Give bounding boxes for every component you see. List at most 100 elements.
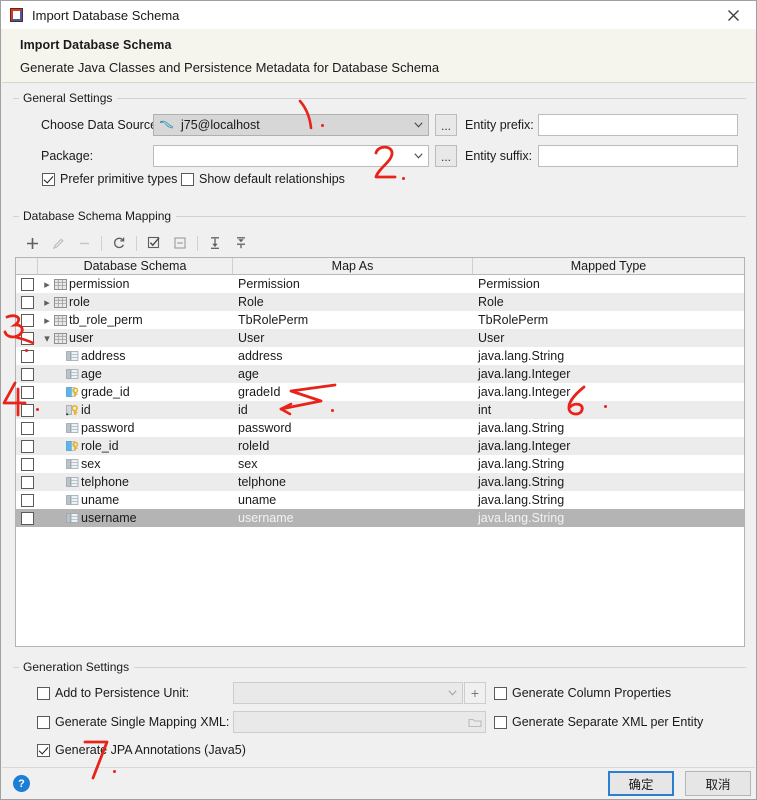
add-persistence-unit-checkbox[interactable]: Add to Persistence Unit: — [37, 686, 189, 700]
table-row[interactable]: usernameusernamejava.lang.String — [16, 509, 744, 527]
chevron-down-icon[interactable] — [442, 683, 462, 703]
table-header-mapped-type[interactable]: Mapped Type — [473, 258, 744, 274]
table-row[interactable]: addressaddressjava.lang.String — [16, 347, 744, 365]
data-source-browse-button[interactable]: ... — [435, 114, 457, 136]
row-map-as[interactable]: uname — [233, 491, 473, 509]
row-map-as[interactable]: id — [233, 401, 473, 419]
toolbar-separator — [101, 236, 102, 251]
data-source-combo[interactable]: j75@localhost — [153, 114, 429, 136]
add-button[interactable] — [19, 233, 45, 253]
row-map-as[interactable]: User — [233, 329, 473, 347]
row-map-as[interactable]: telphone — [233, 473, 473, 491]
row-map-as[interactable]: age — [233, 365, 473, 383]
row-checkbox[interactable] — [16, 311, 38, 329]
row-map-as[interactable]: Permission — [233, 275, 473, 293]
row-checkbox[interactable] — [16, 491, 38, 509]
deselect-all-button[interactable] — [167, 233, 193, 253]
row-checkbox[interactable] — [16, 347, 38, 365]
add-persistence-unit-button[interactable]: + — [464, 682, 486, 704]
row-mapped-type[interactable]: java.lang.String — [473, 473, 744, 491]
collapse-all-button[interactable] — [228, 233, 254, 253]
row-checkbox[interactable] — [16, 383, 38, 401]
table-row[interactable]: ▸tb_role_permTbRolePermTbRolePerm — [16, 311, 744, 329]
row-map-as[interactable]: sex — [233, 455, 473, 473]
table-header-database-schema[interactable]: Database Schema — [38, 258, 233, 274]
import-database-schema-dialog: Import Database Schema Import Database S… — [0, 0, 757, 800]
refresh-button[interactable] — [106, 233, 132, 253]
row-map-as[interactable]: gradeId — [233, 383, 473, 401]
row-map-as[interactable]: username — [233, 509, 473, 527]
table-row[interactable]: unameunamejava.lang.String — [16, 491, 744, 509]
show-default-relationships-checkbox[interactable]: Show default relationships — [181, 172, 345, 186]
row-checkbox[interactable] — [16, 419, 38, 437]
row-mapped-type[interactable]: java.lang.String — [473, 509, 744, 527]
row-mapped-type[interactable]: java.lang.String — [473, 455, 744, 473]
table-row[interactable]: grade_idgradeIdjava.lang.Integer — [16, 383, 744, 401]
row-map-as[interactable]: address — [233, 347, 473, 365]
table-row[interactable]: sexsexjava.lang.String — [16, 455, 744, 473]
table-row[interactable]: ▾userUserUser — [16, 329, 744, 347]
table-row[interactable]: ▸ role RoleRole — [16, 293, 744, 311]
row-map-as[interactable]: TbRolePerm — [233, 311, 473, 329]
row-checkbox[interactable] — [16, 365, 38, 383]
row-map-as[interactable]: roleId — [233, 437, 473, 455]
row-checkbox[interactable] — [16, 293, 38, 311]
chevron-right-icon[interactable]: ▸ — [40, 278, 54, 291]
row-mapped-type[interactable]: java.lang.Integer — [473, 383, 744, 401]
row-checkbox[interactable] — [16, 455, 38, 473]
row-mapped-type[interactable]: Permission — [473, 275, 744, 293]
schema-mapping-table[interactable]: Database Schema Map As Mapped Type ▸perm… — [15, 257, 745, 647]
general-settings-group: General Settings — [13, 91, 746, 105]
table-header-map-as[interactable]: Map As — [233, 258, 473, 274]
row-checkbox[interactable] — [16, 437, 38, 455]
row-checkbox[interactable] — [16, 509, 38, 527]
row-checkbox[interactable] — [16, 473, 38, 491]
row-mapped-type[interactable]: java.lang.String — [473, 419, 744, 437]
chevron-right-icon[interactable]: ▸ — [40, 296, 54, 309]
package-browse-button[interactable]: ... — [435, 145, 457, 167]
ok-button[interactable]: 确定 — [608, 771, 674, 796]
chevron-down-icon[interactable]: ▾ — [40, 332, 54, 345]
row-mapped-type[interactable]: int — [473, 401, 744, 419]
table-row[interactable]: role_idroleIdjava.lang.Integer — [16, 437, 744, 455]
generate-column-properties-checkbox[interactable]: Generate Column Properties — [494, 686, 671, 700]
generate-jpa-annotations-checkbox[interactable]: Generate JPA Annotations (Java5) — [37, 743, 246, 757]
persistence-unit-combo[interactable] — [233, 682, 463, 704]
row-checkbox[interactable] — [16, 275, 38, 293]
chevron-down-icon[interactable] — [408, 115, 428, 135]
chevron-right-icon[interactable]: ▸ — [40, 314, 54, 327]
generate-single-mapping-xml-checkbox[interactable]: Generate Single Mapping XML: — [37, 715, 229, 729]
table-row[interactable]: ageagejava.lang.Integer — [16, 365, 744, 383]
generate-separate-xml-checkbox[interactable]: Generate Separate XML per Entity — [494, 715, 703, 729]
select-all-button[interactable] — [141, 233, 167, 253]
row-map-as[interactable]: Role — [233, 293, 473, 311]
help-icon[interactable]: ? — [13, 775, 30, 792]
row-name-label: role — [67, 295, 90, 309]
folder-icon[interactable] — [465, 712, 485, 732]
entity-prefix-input[interactable] — [538, 114, 738, 136]
package-combo[interactable] — [153, 145, 429, 167]
row-mapped-type[interactable]: User — [473, 329, 744, 347]
table-icon — [54, 279, 67, 290]
row-map-as[interactable]: password — [233, 419, 473, 437]
chevron-down-icon[interactable] — [408, 146, 428, 166]
row-checkbox[interactable] — [16, 401, 38, 419]
row-mapped-type[interactable]: Role — [473, 293, 744, 311]
table-row[interactable]: telphonetelphonejava.lang.String — [16, 473, 744, 491]
row-mapped-type[interactable]: java.lang.String — [473, 491, 744, 509]
row-mapped-type[interactable]: TbRolePerm — [473, 311, 744, 329]
table-row[interactable]: ididint — [16, 401, 744, 419]
table-row[interactable]: ▸permissionPermissionPermission — [16, 275, 744, 293]
row-checkbox[interactable] — [16, 329, 38, 347]
prefer-primitive-types-checkbox[interactable]: Prefer primitive types — [42, 172, 177, 186]
cancel-button[interactable]: 取消 — [685, 771, 751, 796]
row-mapped-type[interactable]: java.lang.Integer — [473, 365, 744, 383]
row-mapped-type[interactable]: java.lang.Integer — [473, 437, 744, 455]
expand-all-button[interactable] — [202, 233, 228, 253]
row-mapped-type[interactable]: java.lang.String — [473, 347, 744, 365]
row-name-label: age — [79, 367, 102, 381]
table-row[interactable]: passwordpasswordjava.lang.String — [16, 419, 744, 437]
single-mapping-xml-input[interactable] — [233, 711, 486, 733]
entity-suffix-input[interactable] — [538, 145, 738, 167]
close-icon[interactable] — [710, 1, 756, 29]
